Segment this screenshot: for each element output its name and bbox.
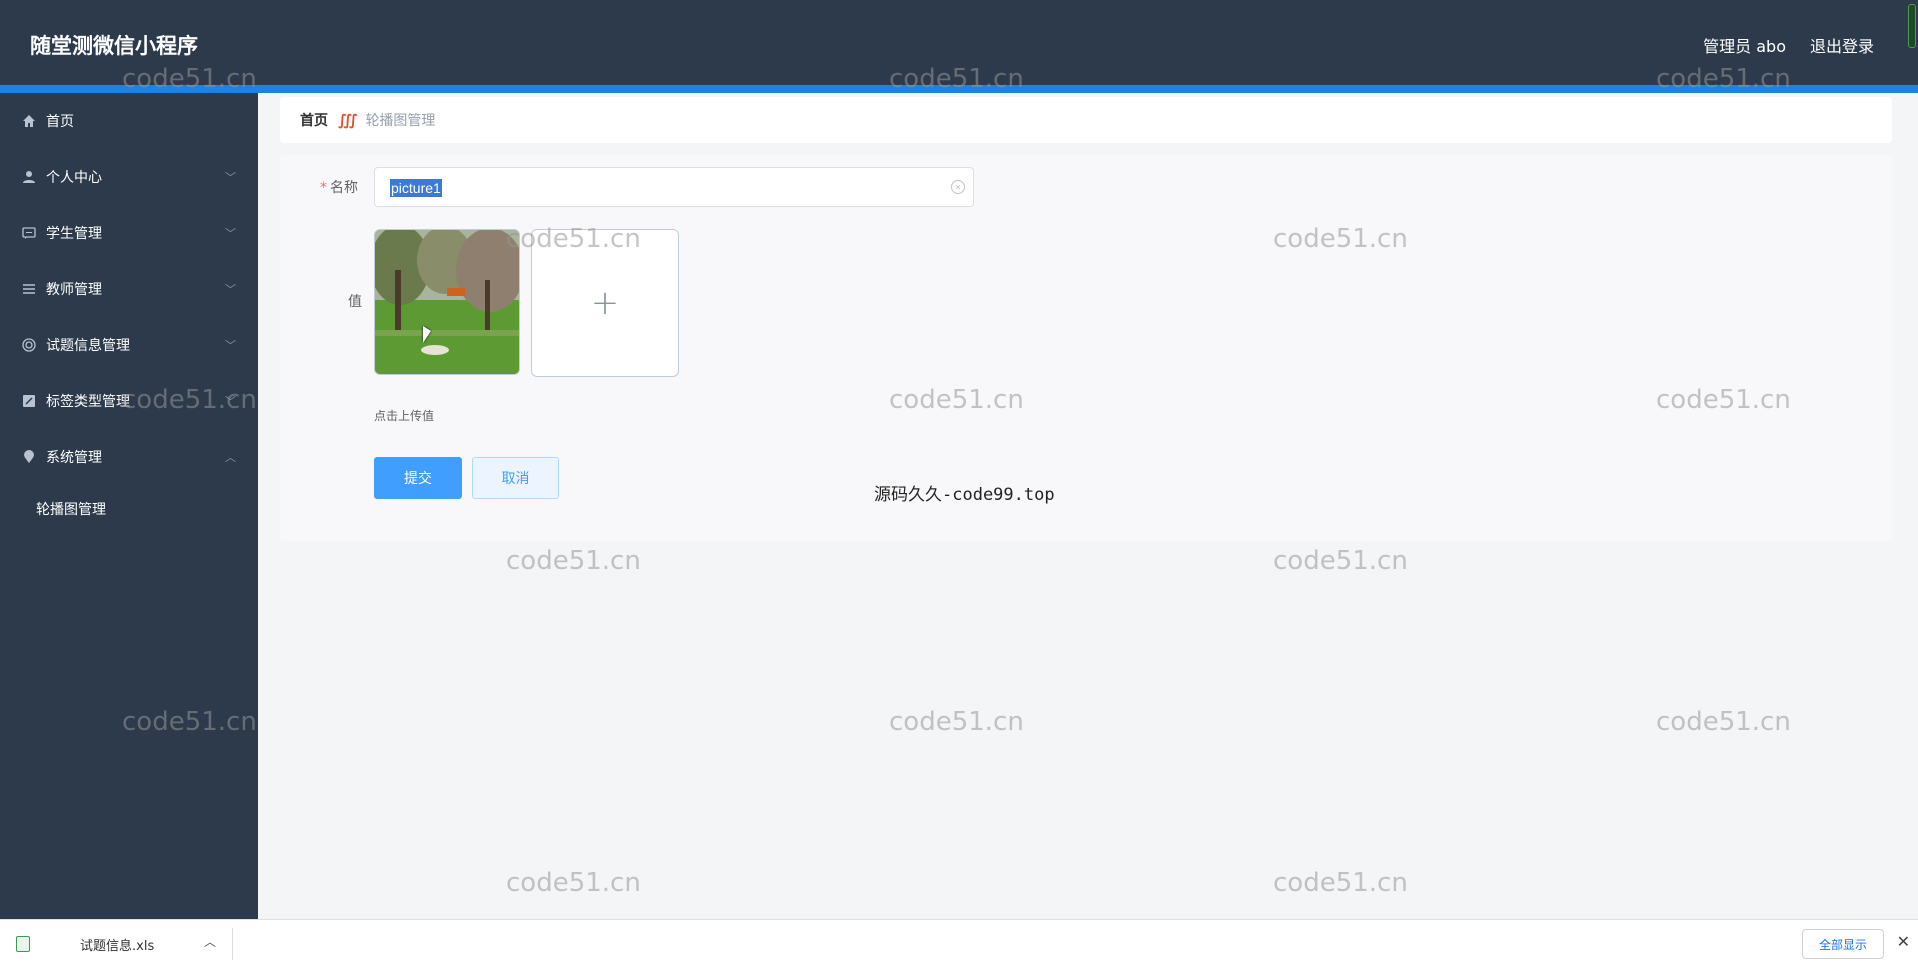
download-file-name[interactable]: 试题信息.xls bbox=[80, 935, 154, 954]
required-asterisk: * bbox=[320, 180, 327, 196]
app-title: 随堂测微信小程序 bbox=[30, 34, 198, 58]
admin-label: 管理员 abo bbox=[1703, 37, 1786, 56]
chevron-down-icon: ﹀ bbox=[225, 395, 236, 408]
edit-icon bbox=[20, 392, 38, 410]
list-icon bbox=[20, 280, 38, 298]
sidebar-item-system-management[interactable]: 系统管理 ︿ bbox=[0, 429, 258, 485]
logout-link[interactable]: 退出登录 bbox=[1810, 33, 1874, 57]
sidebar-item-tag-type-management[interactable]: 标签类型管理 ﹀ bbox=[0, 373, 258, 429]
sidebar-item-question-management[interactable]: 试题信息管理 ﹀ bbox=[0, 317, 258, 373]
download-bar: 试题信息.xls ︿ 全部显示 ✕ bbox=[0, 919, 1918, 966]
cancel-button[interactable]: 取消 bbox=[472, 457, 559, 499]
sidebar-item-teacher-management[interactable]: 教师管理 ﹀ bbox=[0, 261, 258, 317]
main-content: 首页 ∭ 轮播图管理 *名称 picture1 ✕ 值 bbox=[258, 93, 1918, 919]
chevron-down-icon: ﹀ bbox=[225, 227, 236, 240]
excel-file-icon bbox=[16, 936, 30, 952]
sidebar-item-student-management[interactable]: 学生管理 ﹀ bbox=[0, 205, 258, 261]
show-all-button[interactable]: 全部显示 bbox=[1802, 929, 1884, 959]
sidebar-item-personal-center[interactable]: 个人中心 ﹀ bbox=[0, 149, 258, 205]
header-user-area: 管理员 abo 退出登录 bbox=[1703, 33, 1874, 57]
plus-icon: + bbox=[590, 283, 620, 323]
scroll-indicator bbox=[1908, 4, 1916, 48]
sidebar-item-label: 试题信息管理 bbox=[46, 338, 130, 354]
uploaded-image-thumbnail[interactable] bbox=[374, 229, 520, 375]
chevron-up-icon: ︿ bbox=[225, 451, 236, 464]
upload-tip: 点击上传值 bbox=[374, 409, 435, 423]
help-circle-icon bbox=[20, 336, 38, 354]
breadcrumb: 首页 ∭ 轮播图管理 bbox=[280, 97, 1892, 143]
name-field-label: * 名称 bbox=[320, 180, 358, 196]
carousel-edit-form: *名称 picture1 ✕ 值 + bbox=[280, 155, 1892, 541]
chat-icon bbox=[20, 224, 38, 242]
chevron-up-icon[interactable]: ︿ bbox=[204, 933, 216, 950]
top-header: 随堂测微信小程序 管理员 abo 退出登录 bbox=[0, 0, 1918, 85]
clear-icon[interactable]: ✕ bbox=[951, 180, 965, 194]
sidebar-item-home[interactable]: 首页 bbox=[0, 93, 258, 149]
sidebar-item-label: 个人中心 bbox=[46, 170, 102, 186]
chevron-down-icon: ﹀ bbox=[225, 283, 236, 296]
name-input-wrapper: picture1 ✕ bbox=[374, 167, 974, 207]
location-icon bbox=[20, 448, 38, 466]
sidebar-subitem-carousel-management[interactable]: 轮播图管理 bbox=[0, 485, 258, 533]
submit-button[interactable]: 提交 bbox=[374, 457, 462, 499]
download-divider bbox=[232, 928, 233, 960]
sidebar-item-label: 首页 bbox=[46, 114, 74, 130]
sidebar-item-label: 学生管理 bbox=[46, 226, 102, 242]
breadcrumb-home[interactable]: 首页 bbox=[300, 110, 328, 130]
sidebar-item-label: 教师管理 bbox=[46, 282, 102, 298]
sidebar-subitem-label: 轮播图管理 bbox=[36, 502, 106, 518]
home-icon bbox=[20, 112, 38, 130]
upload-add-button[interactable]: + bbox=[531, 229, 679, 377]
close-icon[interactable]: ✕ bbox=[1897, 932, 1910, 951]
header-accent-bar bbox=[0, 85, 1918, 93]
breadcrumb-separator-icon: ∭ bbox=[338, 111, 358, 129]
sidebar: 首页 个人中心 ﹀ 学生管理 ﹀ 教师管理 ﹀ 试题信息管理 ﹀ 标签类型管理 … bbox=[0, 93, 258, 919]
overlay-text: 源码久久-code99.top bbox=[874, 485, 1055, 505]
value-field-label: 值 bbox=[348, 294, 362, 310]
chevron-down-icon: ﹀ bbox=[225, 171, 236, 184]
name-input[interactable] bbox=[390, 179, 930, 195]
sidebar-item-label: 标签类型管理 bbox=[46, 394, 130, 410]
sidebar-item-label: 系统管理 bbox=[46, 450, 102, 466]
breadcrumb-current: 轮播图管理 bbox=[365, 113, 436, 129]
chevron-down-icon: ﹀ bbox=[225, 339, 236, 352]
user-icon bbox=[20, 168, 38, 186]
